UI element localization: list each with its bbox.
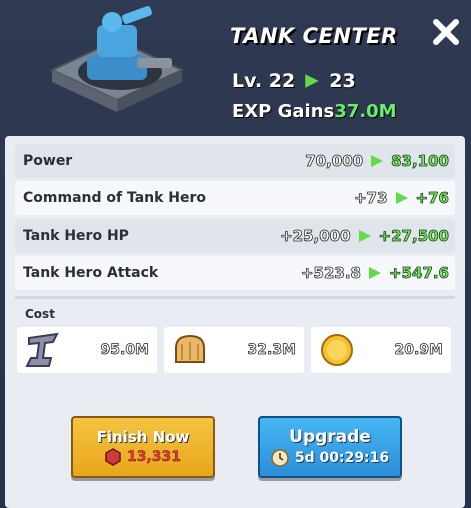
upgrade-button[interactable]: Upgrade 5d 00:29:16: [258, 416, 402, 478]
iron-icon: [25, 332, 59, 367]
divider: [15, 296, 455, 299]
upgrade-label: Upgrade: [289, 427, 371, 447]
finish-cost: 13,331: [126, 449, 182, 465]
close-icon[interactable]: [428, 14, 464, 50]
cost-item-iron: 95.0M: [17, 327, 157, 373]
stat-new-value: +27,500: [378, 227, 449, 246]
bread-icon: [175, 334, 205, 363]
gem-icon: [105, 448, 121, 466]
cost-value: 95.0M: [100, 342, 149, 359]
finish-now-label: Finish Now: [96, 428, 190, 446]
stat-new-value: +76: [415, 189, 449, 208]
arrow-right-icon: [358, 230, 371, 242]
stat-label: Tank Hero HP: [23, 228, 129, 244]
gold-coin-icon: [321, 334, 353, 366]
current-level: Lv. 22: [232, 70, 296, 92]
arrow-right-icon: [371, 155, 384, 167]
clock-icon: [271, 449, 289, 467]
cost-label: Cost: [25, 307, 55, 321]
stat-row-attack: Tank Hero Attack +523.8 +547.6: [15, 256, 455, 290]
exp-row: EXP Gains37.0M: [232, 101, 397, 122]
upgrade-time: 5d 00:29:16: [294, 450, 390, 466]
next-level: 23: [329, 70, 356, 92]
cost-item-food: 32.3M: [164, 327, 304, 373]
stat-new-value: +547.6: [388, 264, 450, 283]
cost-value: 32.3M: [247, 342, 296, 359]
arrow-right-icon: [305, 74, 319, 88]
stat-row-command: Command of Tank Hero +73 +76: [15, 181, 455, 215]
cost-value: 20.9M: [394, 342, 443, 359]
arrow-right-icon: [368, 267, 381, 279]
cost-item-gold: 20.9M: [311, 327, 451, 373]
stat-new-value: 83,100: [391, 152, 450, 171]
stat-row-hp: Tank Hero HP +25,000 +27,500: [15, 219, 455, 253]
stat-old-value: +523.8: [300, 264, 362, 283]
stat-old-value: +25,000: [280, 227, 351, 246]
building-title: TANK CENTER: [230, 24, 398, 48]
tank-building-icon: [49, 6, 185, 112]
upgrade-dialog: TANK CENTER Lv. 22 23 EXP Gains37.0M Pow…: [0, 0, 471, 508]
finish-now-button[interactable]: Finish Now 13,331: [71, 416, 215, 478]
exp-value: 37.0M: [334, 101, 397, 122]
stat-old-value: 70,000: [305, 152, 364, 171]
stat-old-value: +73: [354, 189, 388, 208]
arrow-right-icon: [395, 192, 408, 204]
dialog-header: TANK CENTER Lv. 22 23 EXP Gains37.0M: [0, 0, 471, 135]
stat-label: Command of Tank Hero: [23, 190, 207, 206]
stat-label: Power: [23, 153, 73, 169]
stat-row-power: Power 70,000 83,100: [15, 144, 455, 178]
level-row: Lv. 22 23: [232, 70, 356, 92]
exp-label: EXP Gains: [232, 101, 335, 122]
stat-label: Tank Hero Attack: [23, 265, 159, 281]
dialog-body: Power 70,000 83,100 Command of Tank Hero…: [5, 136, 465, 508]
